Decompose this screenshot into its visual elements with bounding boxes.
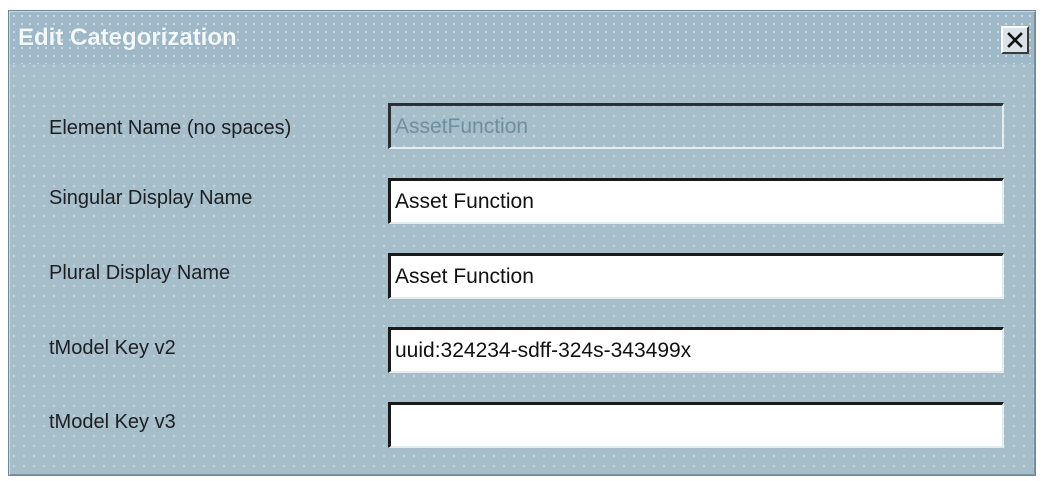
tmodel-key-v3-label: tModel Key v3: [49, 411, 176, 433]
singular-display-name-label: Singular Display Name: [49, 187, 253, 209]
plural-display-name-label: Plural Display Name: [49, 262, 231, 284]
element-name-input[interactable]: [388, 103, 1004, 149]
tmodel-key-v2-label: tModel Key v2: [49, 337, 176, 359]
element-name-label: Element Name (no spaces): [49, 117, 292, 139]
plural-display-name-input[interactable]: [388, 253, 1004, 299]
edit-categorization-dialog: Edit Categorization Element Name (no spa…: [8, 10, 1036, 476]
close-icon: [1007, 32, 1023, 48]
title-bar[interactable]: Edit Categorization: [10, 12, 1034, 64]
singular-display-name-input[interactable]: [388, 178, 1004, 224]
close-button[interactable]: [1001, 26, 1029, 54]
dialog-title: Edit Categorization: [18, 24, 237, 51]
tmodel-key-v3-input[interactable]: [388, 402, 1004, 448]
tmodel-key-v2-input[interactable]: [388, 327, 1004, 373]
